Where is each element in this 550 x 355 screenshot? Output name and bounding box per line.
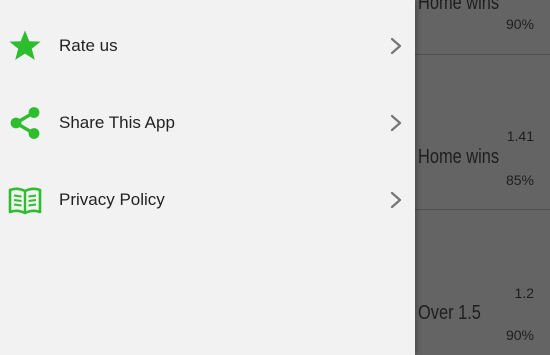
- card-percent: 90%: [505, 16, 534, 32]
- book-icon: [8, 187, 42, 215]
- card-odds: 1.41: [506, 128, 534, 144]
- card-percent: 85%: [505, 172, 534, 188]
- card-title: Home wins: [418, 0, 500, 14]
- share-icon: [10, 107, 40, 139]
- menu-item-label: Share This App: [59, 113, 175, 132]
- card-divider: [415, 209, 550, 210]
- menu-item-label: Privacy Policy: [59, 190, 165, 209]
- chevron-right-icon: [390, 191, 402, 209]
- chevron-right-icon: [390, 37, 402, 55]
- menu-item-share-this-app[interactable]: Share This App: [0, 84, 415, 162]
- star-icon: [9, 30, 41, 60]
- card-divider: [415, 54, 550, 55]
- card-title: Over 1.5: [418, 302, 481, 324]
- menu-item-label: Rate us: [59, 36, 118, 55]
- navigation-drawer: Rate us Share This App Privacy Policy: [0, 0, 415, 355]
- card-odds: 1.2: [514, 285, 534, 301]
- card-title: Home wins: [418, 146, 500, 168]
- card-percent: 90%: [505, 327, 534, 343]
- chevron-right-icon: [390, 114, 402, 132]
- menu-item-rate-us[interactable]: Rate us: [0, 7, 415, 85]
- menu-item-privacy-policy[interactable]: Privacy Policy: [0, 161, 415, 239]
